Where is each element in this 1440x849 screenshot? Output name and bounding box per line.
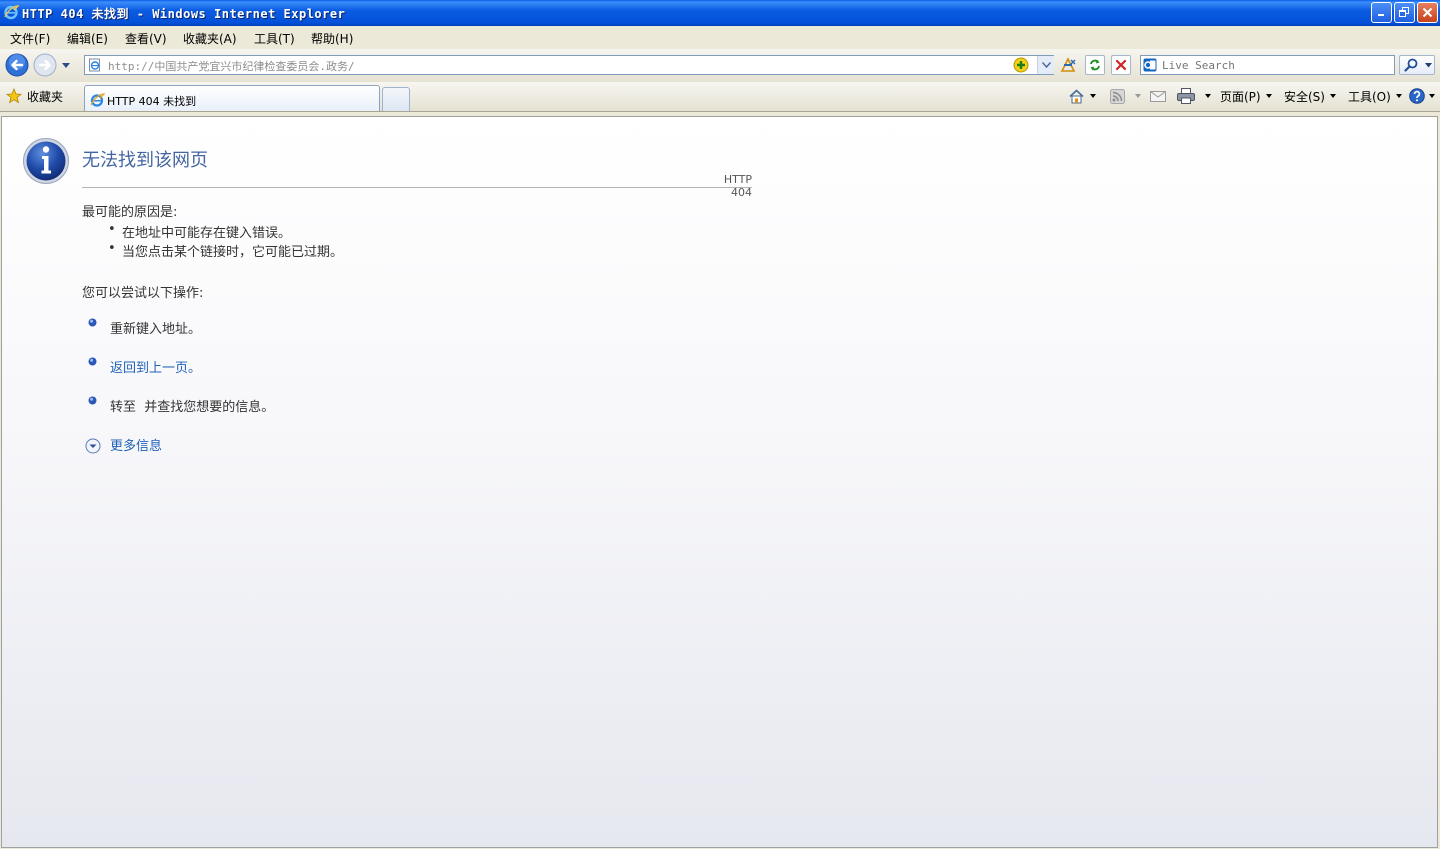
bullet-icon bbox=[88, 318, 97, 327]
stop-icon bbox=[1115, 59, 1127, 71]
window-title: HTTP 404 未找到 - Windows Internet Explorer bbox=[22, 7, 346, 21]
stop-button[interactable] bbox=[1111, 55, 1131, 75]
compatibility-view-button[interactable] bbox=[1058, 55, 1078, 75]
address-bar[interactable]: http://中国共产党宜兴市纪律检查委员会.政务/ bbox=[84, 55, 1054, 75]
cause-text: 在地址中可能存在键入错误。 bbox=[122, 226, 292, 241]
rss-feed-icon bbox=[1110, 88, 1125, 104]
error-title: 无法找到该网页 bbox=[82, 150, 208, 171]
search-icon bbox=[1404, 58, 1418, 72]
tools-menu-label: 工具(O) bbox=[1348, 89, 1391, 104]
chevron-down-icon bbox=[1135, 94, 1141, 98]
page-icon bbox=[89, 58, 100, 72]
chevron-down-icon bbox=[1429, 94, 1435, 98]
star-icon bbox=[6, 88, 22, 104]
cause-text: 当您点击某个链接时，它可能已过期。 bbox=[122, 245, 344, 260]
compatibility-view-icon bbox=[1060, 57, 1076, 72]
actions-heading: 您可以尝试以下操作: bbox=[82, 286, 204, 301]
title-divider bbox=[82, 187, 752, 188]
home-icon bbox=[1069, 88, 1084, 103]
menu-bar: 文件(F) 编辑(E) 查看(V) 收藏夹(A) 工具(T) 帮助(H) bbox=[0, 26, 1440, 50]
navigation-bar: http://中国共产党宜兴市纪律检查委员会.政务/ bbox=[0, 49, 1440, 82]
favorites-button[interactable]: 收藏夹 bbox=[6, 87, 63, 105]
expand-circle-icon[interactable] bbox=[85, 438, 101, 454]
home-button[interactable] bbox=[1068, 87, 1096, 105]
go-back-link[interactable]: 返回到上一页。 bbox=[110, 357, 201, 376]
address-url[interactable]: http://中国共产党宜兴市纪律检查委员会.政务/ bbox=[108, 58, 355, 74]
go-icon[interactable] bbox=[1013, 57, 1029, 73]
history-dropdown-icon[interactable] bbox=[61, 61, 71, 69]
forward-icon[interactable] bbox=[33, 53, 57, 77]
search-box[interactable] bbox=[1140, 55, 1395, 75]
favorites-label: 收藏夹 bbox=[27, 89, 64, 104]
more-info-link[interactable]: 更多信息 bbox=[110, 435, 162, 454]
chevron-down-icon bbox=[1425, 63, 1432, 68]
new-tab-button[interactable] bbox=[382, 87, 410, 111]
info-icon bbox=[23, 138, 69, 184]
page-menu-label: 页面(P) bbox=[1220, 89, 1261, 104]
http-status-code: HTTP 404 bbox=[723, 173, 752, 199]
menu-tools[interactable]: 工具(T) bbox=[254, 30, 295, 47]
help-icon bbox=[1409, 88, 1425, 104]
chevron-down-icon bbox=[1090, 94, 1096, 98]
menu-file[interactable]: 文件(F) bbox=[10, 30, 50, 47]
minimize-button[interactable] bbox=[1371, 2, 1392, 23]
chevron-down-icon bbox=[1265, 94, 1272, 98]
cause-item: 当您点击某个链接时，它可能已过期。 bbox=[108, 241, 343, 260]
restore-button[interactable] bbox=[1394, 2, 1415, 23]
chevron-down-icon bbox=[1329, 94, 1336, 98]
print-icon bbox=[1177, 88, 1195, 104]
bullet-icon bbox=[88, 357, 97, 366]
menu-favorites[interactable]: 收藏夹(A) bbox=[183, 30, 237, 47]
internet-explorer-icon bbox=[4, 5, 19, 20]
refresh-button[interactable] bbox=[1085, 55, 1105, 75]
action-goto: 转至 并查找您想要的信息。 bbox=[110, 396, 274, 415]
search-input[interactable] bbox=[1162, 57, 1387, 73]
close-icon bbox=[1422, 7, 1433, 18]
chevron-down-icon bbox=[1395, 94, 1402, 98]
minimize-icon bbox=[1378, 14, 1384, 16]
close-button[interactable] bbox=[1417, 2, 1438, 23]
back-icon[interactable] bbox=[5, 53, 29, 77]
goto-prefix: 转至 bbox=[110, 400, 137, 415]
internet-explorer-icon bbox=[90, 93, 105, 107]
bullet-icon bbox=[88, 396, 97, 405]
safety-menu-button[interactable]: 安全(S) bbox=[1284, 87, 1336, 105]
tab-http-404[interactable]: HTTP 404 未找到 bbox=[84, 85, 380, 111]
menu-view[interactable]: 查看(V) bbox=[125, 30, 167, 47]
address-dropdown-button[interactable] bbox=[1037, 56, 1054, 74]
causes-heading: 最可能的原因是: bbox=[82, 205, 178, 220]
live-search-provider-icon bbox=[1143, 58, 1157, 72]
mail-icon bbox=[1150, 90, 1166, 102]
chevron-down-icon bbox=[1041, 62, 1051, 68]
page-menu-button[interactable]: 页面(P) bbox=[1220, 87, 1272, 105]
refresh-icon bbox=[1090, 59, 1100, 71]
restore-icon bbox=[1399, 7, 1409, 17]
chevron-down-icon bbox=[1205, 94, 1211, 98]
tab-bar: 收藏夹 HTTP 404 未找到 页面(P) 安全(S) 工具(O) bbox=[0, 82, 1440, 112]
tools-menu-button[interactable]: 工具(O) bbox=[1348, 87, 1402, 105]
print-button[interactable] bbox=[1177, 87, 1211, 105]
action-retype: 重新键入地址。 bbox=[110, 322, 202, 337]
read-mail-button[interactable] bbox=[1150, 87, 1166, 105]
menu-help[interactable]: 帮助(H) bbox=[311, 30, 353, 47]
tab-label: HTTP 404 未找到 bbox=[107, 95, 197, 108]
search-button[interactable] bbox=[1399, 55, 1435, 75]
menu-edit[interactable]: 编辑(E) bbox=[67, 30, 108, 47]
safety-menu-label: 安全(S) bbox=[1284, 89, 1325, 104]
feeds-button[interactable] bbox=[1110, 87, 1141, 105]
cause-item: 在地址中可能存在键入错误。 bbox=[108, 222, 291, 241]
title-bar: HTTP 404 未找到 - Windows Internet Explorer bbox=[0, 0, 1440, 26]
help-menu-button[interactable] bbox=[1409, 87, 1435, 105]
goto-suffix: 并查找您想要的信息。 bbox=[144, 400, 275, 415]
page-content: 无法找到该网页 HTTP 404 最可能的原因是: 在地址中可能存在键入错误。 … bbox=[1, 116, 1438, 848]
